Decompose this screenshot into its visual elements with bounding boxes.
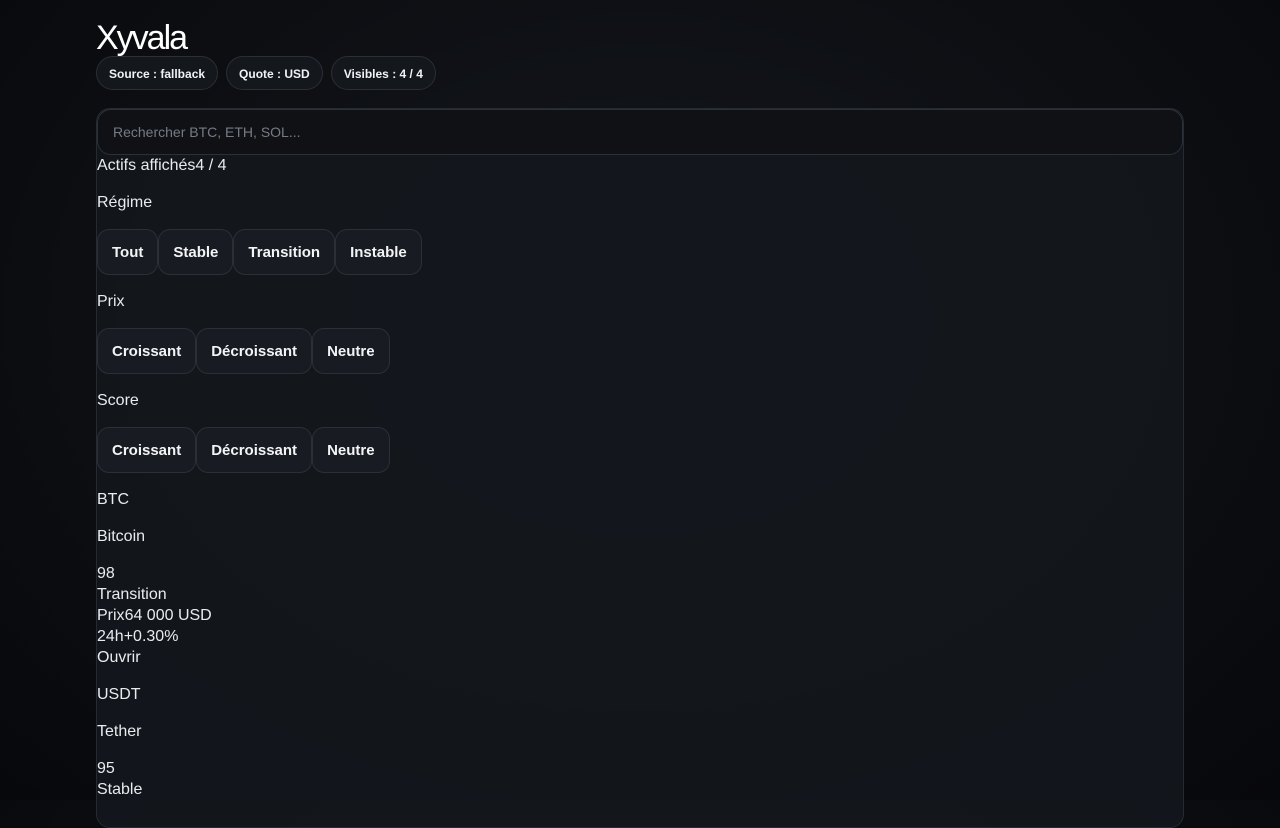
score-sort-group: Croissant Décroissant Neutre <box>97 427 1183 473</box>
asset-card-btc: BTC Bitcoin 98 Transition Prix64 000 USD… <box>97 489 1183 668</box>
asset-symbol: USDT <box>97 686 141 703</box>
asset-change-value: +0.30% <box>123 628 179 645</box>
regime-stable-button[interactable]: Stable <box>158 229 234 275</box>
price-sort-label: Prix <box>97 293 125 310</box>
regime-all-button[interactable]: Tout <box>97 229 159 275</box>
regime-unstable-button[interactable]: Instable <box>335 229 422 275</box>
quote-pill: Quote : USD <box>226 56 323 90</box>
search-input[interactable] <box>97 109 1183 155</box>
asset-score: 95 <box>97 760 115 777</box>
regime-transition-button[interactable]: Transition <box>233 229 336 275</box>
asset-price-value: 64 000 USD <box>124 607 212 624</box>
asset-regime: Transition <box>97 586 167 603</box>
asset-open-link[interactable]: Ouvrir <box>97 647 1183 668</box>
asset-card-usdt: USDT Tether 95 Stable <box>97 684 1183 800</box>
score-sort-label: Score <box>97 392 139 409</box>
asset-price-label: Prix <box>97 607 125 624</box>
visible-count-pill: Visibles : 4 / 4 <box>330 56 436 90</box>
asset-score: 98 <box>97 565 115 582</box>
asset-name: Tether <box>97 723 142 740</box>
source-pill: Source : fallback <box>96 56 219 90</box>
score-neutral-button[interactable]: Neutre <box>312 427 390 473</box>
regime-filter-group: Tout Stable Transition Instable <box>97 229 1183 275</box>
score-descending-button[interactable]: Décroissant <box>196 427 313 473</box>
asset-symbol: BTC <box>97 491 129 508</box>
price-neutral-button[interactable]: Neutre <box>312 328 390 374</box>
shown-count-value: 4 / 4 <box>195 157 227 174</box>
asset-name: Bitcoin <box>97 528 146 545</box>
main-panel: Actifs affichés4 / 4 Régime Tout Stable … <box>96 108 1184 828</box>
regime-filter-label: Régime <box>97 194 153 211</box>
brand-title: Xyvala <box>96 19 188 57</box>
shown-count: Actifs affichés4 / 4 <box>97 155 1183 176</box>
asset-change-label: 24h <box>97 628 124 645</box>
score-ascending-button[interactable]: Croissant <box>97 427 197 473</box>
status-pills: Source : fallback Quote : USD Visibles :… <box>96 56 436 90</box>
asset-change: 24h+0.30% <box>97 626 1183 647</box>
price-ascending-button[interactable]: Croissant <box>97 328 197 374</box>
price-descending-button[interactable]: Décroissant <box>196 328 313 374</box>
shown-count-label: Actifs affichés <box>97 157 196 174</box>
price-sort-group: Croissant Décroissant Neutre <box>97 328 1183 374</box>
panel-content: Actifs affichés4 / 4 Régime Tout Stable … <box>97 155 1183 800</box>
asset-regime: Stable <box>97 781 143 798</box>
asset-price: Prix64 000 USD <box>97 605 1183 626</box>
